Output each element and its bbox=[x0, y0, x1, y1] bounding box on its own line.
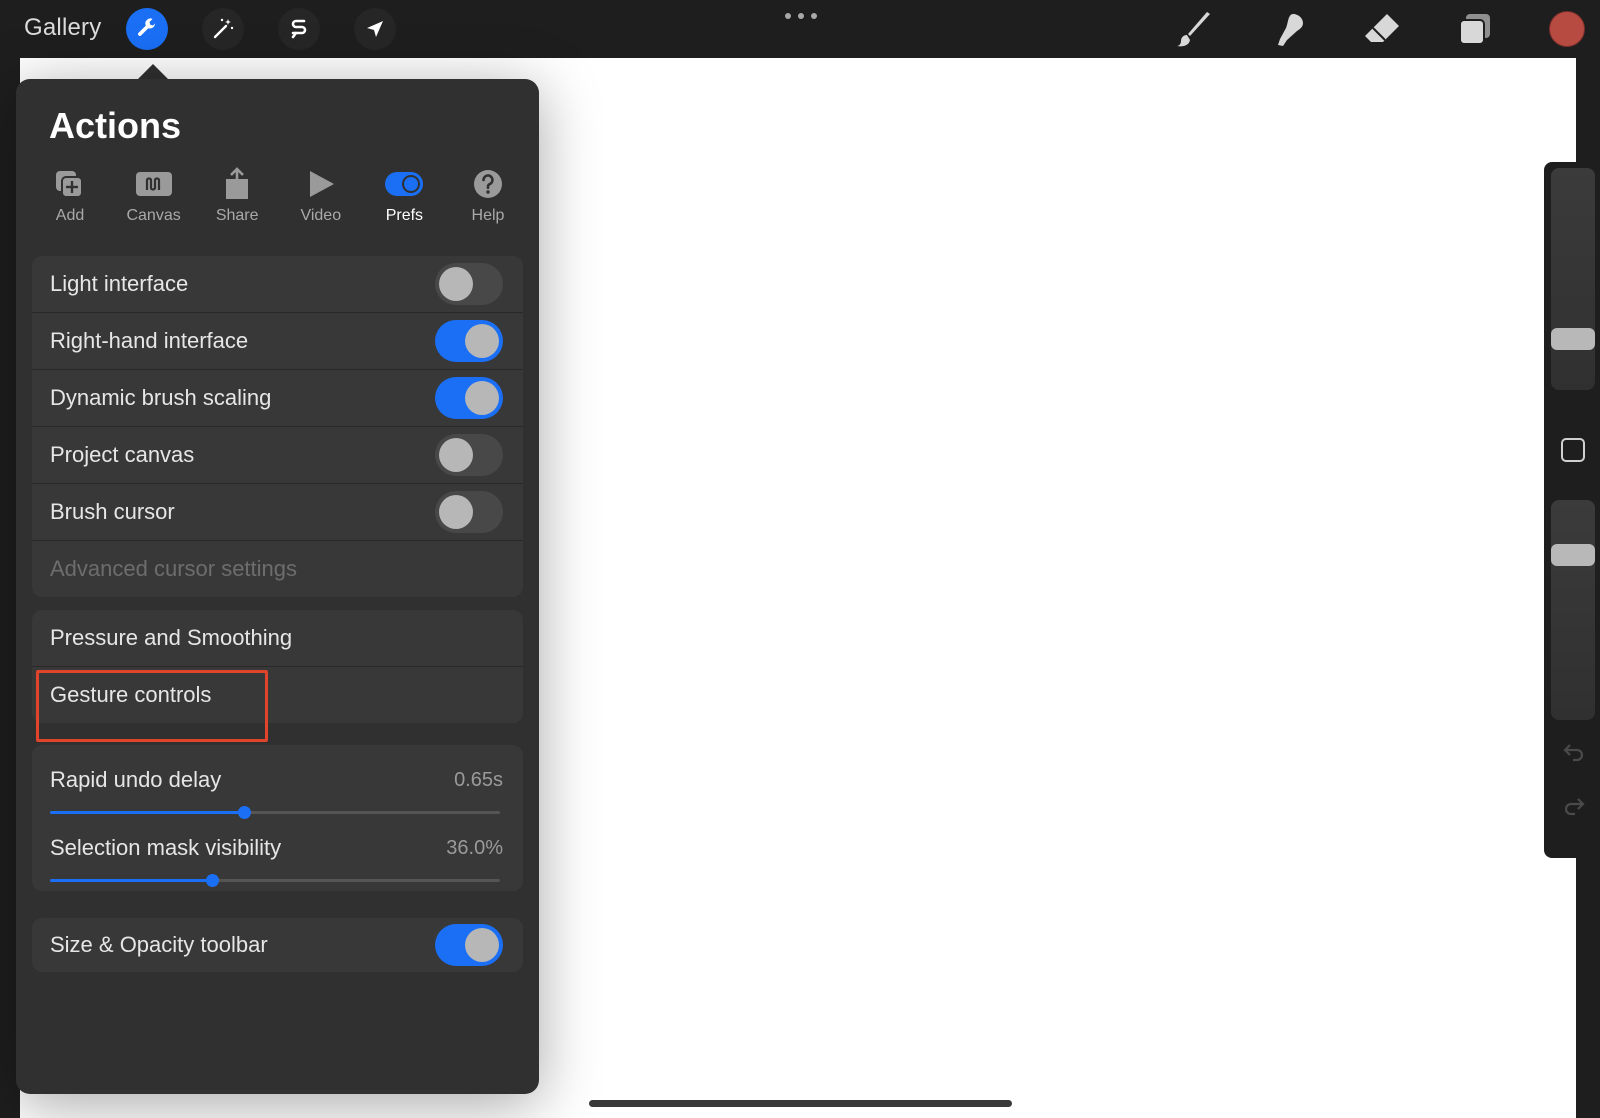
panel-pointer bbox=[137, 64, 169, 80]
undo-icon bbox=[1563, 744, 1584, 762]
more-options-dots[interactable] bbox=[785, 10, 817, 22]
selection-mask-visibility-row: Selection mask visibility 36.0% bbox=[32, 823, 523, 891]
brush-cursor-row[interactable]: Brush cursor bbox=[32, 484, 523, 540]
eraser-tool-button[interactable] bbox=[1362, 10, 1402, 50]
transform-arrow-icon bbox=[367, 21, 383, 37]
tab-video[interactable]: Video bbox=[285, 165, 357, 235]
home-indicator bbox=[589, 1100, 1012, 1107]
redo-icon bbox=[1564, 798, 1585, 816]
brush-icon bbox=[1177, 12, 1210, 47]
dot-icon bbox=[798, 13, 804, 19]
layers-button[interactable] bbox=[1455, 10, 1495, 50]
add-icon bbox=[56, 171, 83, 198]
tab-prefs[interactable]: Prefs bbox=[368, 165, 440, 235]
tab-canvas[interactable]: Canvas bbox=[118, 165, 190, 235]
help-icon bbox=[473, 170, 502, 198]
dynamic-brush-scaling-row[interactable]: Dynamic brush scaling bbox=[32, 370, 523, 426]
brush-cursor-toggle[interactable] bbox=[435, 491, 503, 533]
rapid-undo-delay-value: 0.65s bbox=[454, 769, 503, 791]
selection-mask-visibility-value: 36.0% bbox=[446, 837, 503, 859]
selection-mask-visibility-knob[interactable] bbox=[206, 874, 219, 887]
light-interface-toggle[interactable] bbox=[435, 263, 503, 305]
right-hand-interface-toggle[interactable] bbox=[435, 320, 503, 362]
sliders-group: Rapid undo delay 0.65s Selection mask vi… bbox=[32, 745, 523, 891]
toggle-icon bbox=[385, 172, 424, 196]
size-opacity-toolbar-row[interactable]: Size & Opacity toolbar bbox=[32, 918, 523, 972]
selection-mask-visibility-slider[interactable] bbox=[50, 874, 500, 887]
actions-panel: Actions Add Canvas Share Video Prefs Hel… bbox=[16, 79, 539, 1094]
right-hand-interface-row[interactable]: Right-hand interface bbox=[32, 313, 523, 369]
rapid-undo-delay-knob[interactable] bbox=[237, 806, 251, 819]
rapid-undo-delay-row: Rapid undo delay 0.65s bbox=[32, 755, 523, 823]
actions-wrench-button[interactable] bbox=[126, 8, 168, 50]
share-icon bbox=[226, 167, 249, 199]
redo-button[interactable] bbox=[1560, 792, 1588, 820]
panel-title: Actions bbox=[49, 105, 182, 146]
gesture-controls-row[interactable]: Gesture controls bbox=[32, 667, 523, 723]
magic-wand-icon bbox=[213, 18, 234, 39]
top-toolbar: Gallery bbox=[0, 0, 1600, 58]
layers-icon bbox=[1459, 14, 1490, 45]
undo-button[interactable] bbox=[1560, 738, 1588, 766]
size-opacity-toolbar-toggle[interactable] bbox=[435, 924, 503, 966]
brush-size-thumb[interactable] bbox=[1551, 328, 1595, 350]
selection-s-icon bbox=[291, 19, 307, 39]
gallery-button[interactable]: Gallery bbox=[24, 14, 101, 42]
tab-add[interactable]: Add bbox=[34, 165, 106, 235]
right-sidebar bbox=[1544, 162, 1600, 858]
opacity-slider[interactable] bbox=[1551, 500, 1595, 720]
project-canvas-row[interactable]: Project canvas bbox=[32, 427, 523, 483]
tab-help[interactable]: Help bbox=[452, 165, 524, 235]
advanced-cursor-settings-row: Advanced cursor settings bbox=[32, 541, 523, 597]
play-icon bbox=[309, 171, 334, 197]
brush-tool-button[interactable] bbox=[1175, 10, 1215, 50]
actions-tabs: Add Canvas Share Video Prefs Help bbox=[34, 165, 524, 235]
tab-share[interactable]: Share bbox=[201, 165, 273, 235]
rapid-undo-delay-slider[interactable] bbox=[50, 806, 500, 819]
brush-size-slider[interactable] bbox=[1551, 168, 1595, 390]
modify-button[interactable] bbox=[1561, 438, 1585, 462]
dot-icon bbox=[785, 13, 791, 19]
toolbar-settings-group: Size & Opacity toolbar bbox=[32, 918, 523, 972]
transform-button[interactable] bbox=[354, 8, 396, 50]
smudge-icon bbox=[1278, 14, 1303, 46]
project-canvas-toggle[interactable] bbox=[435, 434, 503, 476]
controls-group: Pressure and Smoothing Gesture controls bbox=[32, 610, 523, 723]
canvas-icon bbox=[135, 172, 172, 196]
dot-icon bbox=[811, 13, 817, 19]
smudge-tool-button[interactable] bbox=[1268, 10, 1308, 50]
wrench-icon bbox=[138, 18, 156, 36]
opacity-thumb[interactable] bbox=[1551, 543, 1595, 566]
light-interface-row[interactable]: Light interface bbox=[32, 256, 523, 312]
color-picker-button[interactable] bbox=[1549, 11, 1585, 47]
eraser-icon bbox=[1365, 14, 1399, 42]
pressure-and-smoothing-row[interactable]: Pressure and Smoothing bbox=[32, 610, 523, 666]
adjustments-button[interactable] bbox=[202, 8, 244, 50]
interface-settings-group: Light interface Right-hand interface Dyn… bbox=[32, 256, 523, 597]
selection-button[interactable] bbox=[278, 8, 320, 50]
dynamic-brush-scaling-toggle[interactable] bbox=[435, 377, 503, 419]
